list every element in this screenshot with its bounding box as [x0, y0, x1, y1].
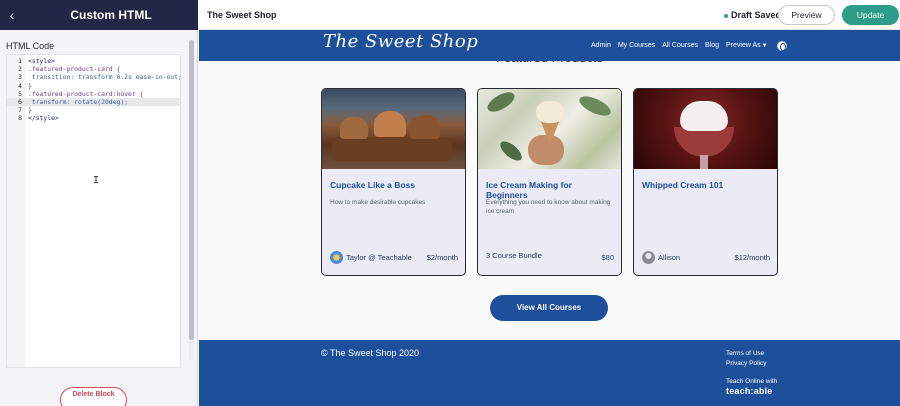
editor-header: ‹ Custom HTML	[0, 0, 198, 30]
card-image	[322, 89, 465, 169]
site-logo[interactable]: The Sweet Shop	[323, 31, 478, 52]
card-description: Everything you need to know about making…	[486, 199, 611, 215]
footer-copyright: © The Sweet Shop 2020	[321, 348, 420, 358]
update-button[interactable]: Update	[842, 5, 899, 25]
text-cursor-icon: I	[93, 175, 100, 186]
featured-product-card[interactable]: Whipped Cream 101 Allison $12/month	[633, 88, 778, 276]
scrollbar-thumb[interactable]	[189, 40, 194, 340]
footer-link-terms[interactable]: Terms of Use	[726, 349, 766, 359]
code-editor[interactable]: 1 <style> 2 .featured-product-card { 3 tra…	[6, 54, 182, 368]
card-title[interactable]: Whipped Cream 101	[642, 180, 771, 190]
html-code-label: HTML Code	[6, 41, 55, 51]
code-line: 1 <style>	[18, 57, 55, 65]
card-author: Taylor @ Teachable	[330, 251, 412, 264]
site-footer: © The Sweet Shop 2020 Terms of Use Priva…	[199, 340, 900, 406]
view-all-courses-button[interactable]: View All Courses	[490, 295, 608, 321]
status-dot-icon	[724, 13, 728, 18]
site-name: The Sweet Shop	[207, 10, 277, 20]
card-title[interactable]: Cupcake Like a Boss	[330, 180, 459, 190]
card-price: $2/month	[426, 253, 458, 262]
teachable-logo[interactable]: teach:able	[726, 386, 773, 396]
teachable-avatar-icon	[330, 251, 343, 264]
editor-panel: HTML Code 1 <style> 2 .featured-product-ca…	[0, 30, 198, 406]
card-description: How to make desirable cupcakes	[330, 199, 426, 206]
card-price: $80	[601, 253, 614, 262]
card-title[interactable]: Ice Cream Making for Beginners	[486, 180, 615, 200]
card-bundle-label: 3 Course Bundle	[486, 251, 542, 260]
code-line: 5 .featured-product-card:hover {	[18, 89, 144, 98]
globe-icon[interactable]	[776, 40, 787, 51]
code-line: 3 transition: transform 0.2s ease-in-out…	[18, 73, 182, 82]
featured-product-card[interactable]: Ice Cream Making for Beginners Everythin…	[477, 88, 622, 276]
caret-down-icon: ▼	[761, 43, 768, 49]
teach-online-label: Teach Online with	[726, 378, 778, 385]
site-nav-links: Admin My Courses All Courses Blog Previe…	[591, 30, 787, 61]
user-avatar-icon	[642, 251, 655, 264]
code-line: 7}	[18, 106, 32, 115]
code-lines: 1 <style> 2 .featured-product-card { 3 tra…	[7, 57, 182, 123]
code-line-active: 6 transform: rotate(20deg);	[7, 97, 180, 107]
card-author: Allison	[642, 251, 680, 264]
nav-all-courses[interactable]: All Courses	[662, 42, 698, 49]
editor-panel-title: Custom HTML	[70, 8, 152, 22]
top-bar: The Sweet Shop Draft Saved Preview Updat…	[198, 0, 900, 30]
nav-admin[interactable]: Admin	[591, 42, 611, 49]
code-line: 8 </style>	[18, 114, 59, 123]
footer-links: Terms of Use Privacy Policy	[726, 349, 766, 369]
nav-preview-as[interactable]: Preview As▼	[726, 42, 768, 49]
site-navbar: The Sweet Shop Admin My Courses All Cour…	[199, 30, 900, 61]
footer-link-privacy[interactable]: Privacy Policy	[726, 359, 766, 369]
site-preview: Featured Products The Sweet Shop Admin M…	[199, 30, 900, 406]
chevron-left-icon: ‹	[9, 7, 15, 23]
delete-block-button[interactable]: Delete Block	[60, 387, 127, 406]
card-price: $12/month	[734, 253, 770, 262]
card-image	[634, 89, 777, 169]
nav-blog[interactable]: Blog	[705, 42, 719, 49]
draft-status: Draft Saved	[724, 0, 781, 30]
nav-my-courses[interactable]: My Courses	[618, 42, 655, 49]
code-line: 2 .featured-product-card {	[18, 65, 121, 74]
back-button[interactable]: ‹	[0, 0, 24, 30]
featured-product-card[interactable]: Cupcake Like a Boss How to make desirabl…	[321, 88, 466, 276]
code-line: 4}	[18, 81, 32, 90]
app-window: ‹ Custom HTML HTML Code 1 <style> 2 .featu…	[0, 0, 900, 406]
card-image	[478, 89, 621, 169]
preview-button[interactable]: Preview	[778, 5, 835, 25]
